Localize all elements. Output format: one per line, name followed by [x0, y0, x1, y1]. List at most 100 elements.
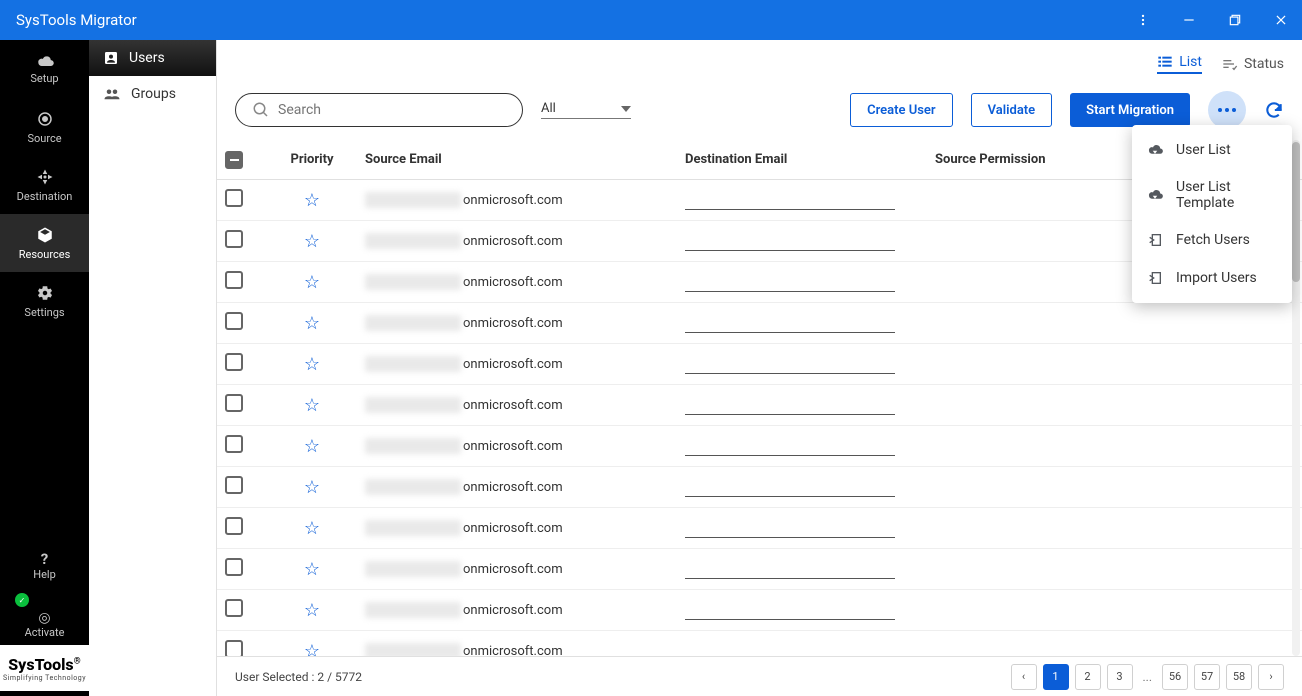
subpanel-users[interactable]: Users	[89, 40, 216, 76]
sidebar-item-resources[interactable]: Resources	[0, 214, 89, 272]
search-icon	[252, 101, 270, 119]
menu-fetch-users[interactable]: Fetch Users	[1132, 221, 1292, 259]
row-checkbox[interactable]	[225, 353, 243, 371]
row-checkbox[interactable]	[225, 312, 243, 330]
destination-email-input[interactable]	[685, 518, 895, 538]
badge-icon: ◎	[38, 610, 50, 626]
refresh-icon	[1264, 100, 1284, 120]
source-email-cell: onmicrosoft.com	[365, 233, 669, 249]
row-checkbox[interactable]	[225, 517, 243, 535]
row-checkbox[interactable]	[225, 230, 243, 248]
destination-email-input[interactable]	[685, 600, 895, 620]
priority-star[interactable]: ☆	[304, 231, 320, 252]
destination-email-input[interactable]	[685, 313, 895, 333]
destination-email-input[interactable]	[685, 231, 895, 251]
sidebar-item-source[interactable]: Source	[0, 98, 89, 156]
destination-email-input[interactable]	[685, 641, 895, 656]
source-email-cell: onmicrosoft.com	[365, 643, 669, 656]
destination-email-input[interactable]	[685, 354, 895, 374]
destination-email-input[interactable]	[685, 477, 895, 497]
row-checkbox[interactable]	[225, 640, 243, 656]
col-source-email: Source Email	[357, 140, 677, 180]
priority-star[interactable]: ☆	[304, 641, 320, 657]
row-checkbox[interactable]	[225, 558, 243, 576]
user-icon	[103, 50, 119, 66]
source-email-cell: onmicrosoft.com	[365, 192, 669, 208]
brand-logo: SysTools® Simplifying Technology	[0, 645, 89, 691]
page-57[interactable]: 57	[1194, 664, 1220, 690]
page-ellipsis: ...	[1139, 670, 1157, 684]
table-row: ☆onmicrosoft.com	[217, 303, 1302, 344]
row-checkbox[interactable]	[225, 476, 243, 494]
cube-icon	[36, 226, 54, 244]
table-row: ☆onmicrosoft.com	[217, 426, 1302, 467]
import-icon	[1146, 269, 1164, 287]
source-email-cell: onmicrosoft.com	[365, 602, 669, 618]
minimize-button[interactable]	[1178, 9, 1200, 31]
source-email-cell: onmicrosoft.com	[365, 520, 669, 536]
priority-star[interactable]: ☆	[304, 190, 320, 211]
destination-email-input[interactable]	[685, 395, 895, 415]
select-all-checkbox[interactable]	[225, 151, 243, 169]
page-3[interactable]: 3	[1107, 664, 1133, 690]
refresh-button[interactable]	[1264, 100, 1284, 120]
page-2[interactable]: 2	[1075, 664, 1101, 690]
search-input[interactable]	[278, 102, 506, 118]
sidebar-item-destination[interactable]: Destination	[0, 156, 89, 214]
page-1[interactable]: 1	[1043, 664, 1069, 690]
priority-star[interactable]: ☆	[304, 518, 320, 539]
sidebar-help[interactable]: ? Help	[0, 544, 89, 587]
more-vert-icon[interactable]	[1132, 9, 1154, 31]
row-checkbox[interactable]	[225, 271, 243, 289]
validate-button[interactable]: Validate	[971, 93, 1053, 127]
close-button[interactable]	[1270, 9, 1292, 31]
menu-user-list-template[interactable]: User List Template	[1132, 169, 1292, 221]
page-58[interactable]: 58	[1226, 664, 1252, 690]
fetch-icon	[1146, 231, 1164, 249]
window-controls	[1132, 9, 1292, 31]
scrollbar[interactable]	[1292, 140, 1300, 656]
cloud-download-icon	[1146, 186, 1164, 204]
sidebar-activate[interactable]: ✓ ◎ Activate	[0, 587, 89, 645]
priority-star[interactable]: ☆	[304, 559, 320, 580]
more-actions-button[interactable]	[1208, 91, 1246, 129]
table-row: ☆ onmicrosoft.com	[217, 631, 1302, 657]
priority-star[interactable]: ☆	[304, 313, 320, 334]
row-checkbox[interactable]	[225, 394, 243, 412]
table-row: ☆onmicrosoft.com	[217, 549, 1302, 590]
priority-star[interactable]: ☆	[304, 436, 320, 457]
content: List Status All Create User Validate Sta…	[217, 40, 1302, 696]
page-prev[interactable]: ‹	[1011, 664, 1037, 690]
destination-email-input[interactable]	[685, 190, 895, 210]
view-status-tab[interactable]: Status	[1222, 54, 1284, 74]
table-row: ☆ onmicrosoft.com	[217, 508, 1302, 549]
destination-email-input[interactable]	[685, 559, 895, 579]
destination-email-input[interactable]	[685, 272, 895, 292]
view-list-tab[interactable]: List	[1157, 54, 1202, 74]
sidebar-item-settings[interactable]: Settings	[0, 272, 89, 330]
menu-user-list[interactable]: User List	[1132, 131, 1292, 169]
cloud-icon	[35, 54, 55, 68]
row-checkbox[interactable]	[225, 435, 243, 453]
start-migration-button[interactable]: Start Migration	[1070, 93, 1190, 127]
page-next[interactable]: ›	[1258, 664, 1284, 690]
menu-import-users[interactable]: Import Users	[1132, 259, 1292, 297]
row-checkbox[interactable]	[225, 599, 243, 617]
create-user-button[interactable]: Create User	[850, 93, 953, 127]
subpanel-groups[interactable]: Groups	[89, 76, 216, 112]
priority-star[interactable]: ☆	[304, 354, 320, 375]
destination-icon	[36, 168, 54, 186]
destination-email-input[interactable]	[685, 436, 895, 456]
priority-star[interactable]: ☆	[304, 477, 320, 498]
maximize-button[interactable]	[1224, 9, 1246, 31]
priority-star[interactable]: ☆	[304, 272, 320, 293]
sidebar-item-setup[interactable]: Setup	[0, 40, 89, 98]
question-icon: ?	[41, 550, 48, 568]
filter-select[interactable]: All	[541, 101, 631, 119]
row-checkbox[interactable]	[225, 189, 243, 207]
gear-icon	[36, 284, 54, 302]
priority-star[interactable]: ☆	[304, 600, 320, 621]
priority-star[interactable]: ☆	[304, 395, 320, 416]
search-box[interactable]	[235, 93, 523, 127]
page-56[interactable]: 56	[1162, 664, 1188, 690]
